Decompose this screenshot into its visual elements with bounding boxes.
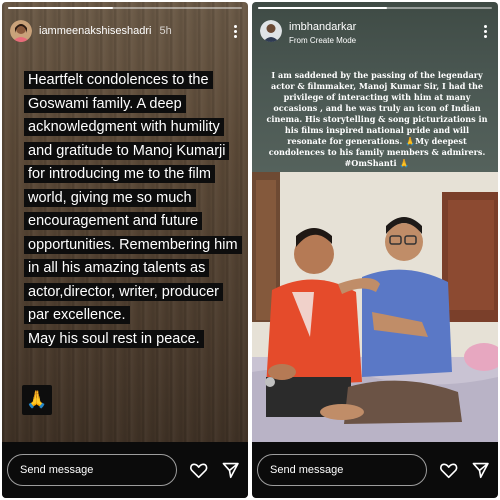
- avatar[interactable]: [10, 20, 32, 42]
- text-line: for introducing me to the film: [24, 163, 244, 187]
- avatar[interactable]: [260, 20, 282, 42]
- heart-icon[interactable]: [439, 460, 458, 480]
- text-line: in all his amazing talents as: [24, 257, 244, 281]
- text-line: opportunities. Remembering him: [24, 234, 244, 258]
- send-message-placeholder: Send message: [20, 464, 94, 476]
- story-header: imbhandarkar From Create Mode: [260, 16, 492, 46]
- story-progress-bar: [258, 7, 492, 9]
- story-text-block: Heartfelt condolences to the Goswami fam…: [24, 69, 244, 351]
- reply-bar: Send message: [252, 442, 498, 498]
- send-message-placeholder: Send message: [270, 464, 344, 476]
- emoji-sticker: 🙏: [26, 390, 48, 409]
- story-photo: [252, 172, 498, 442]
- more-vertical-icon[interactable]: [228, 23, 242, 39]
- text-line: Heartfelt condolences to the: [24, 69, 244, 93]
- folded-hands-icon: 🙏: [22, 385, 52, 415]
- story-username[interactable]: imbhandarkar: [289, 21, 356, 33]
- send-icon[interactable]: [221, 460, 240, 480]
- text-line: encouragement and future: [24, 210, 244, 234]
- story-caption: I am saddened by the passing of the lege…: [266, 70, 488, 168]
- text-line: world, giving me so much: [24, 187, 244, 211]
- reply-bar: Send message: [2, 442, 248, 498]
- text-line: and gratitude to Manoj Kumarji: [24, 140, 244, 164]
- more-vertical-icon[interactable]: [478, 23, 492, 39]
- right-story-panel[interactable]: imbhandarkar From Create Mode I am sadde…: [252, 2, 498, 498]
- send-message-input[interactable]: Send message: [257, 454, 428, 486]
- text-line: acknowledgment with humility: [24, 116, 244, 140]
- send-message-input[interactable]: Send message: [7, 454, 178, 486]
- story-progress-fill: [8, 7, 114, 9]
- story-header: iammeenakshiseshadri 5h: [10, 16, 242, 46]
- heart-icon[interactable]: [189, 460, 208, 480]
- story-progress-bar: [8, 7, 242, 9]
- text-line: Goswami family. A deep: [24, 93, 244, 117]
- left-story-panel[interactable]: iammeenakshiseshadri 5h Heartfelt condol…: [2, 2, 248, 498]
- story-subtitle: From Create Mode: [289, 36, 357, 45]
- story-progress-fill: [258, 7, 387, 9]
- story-timestamp: 5h: [159, 25, 172, 37]
- send-icon[interactable]: [471, 460, 490, 480]
- text-line: May his soul rest in peace.: [24, 328, 244, 352]
- story-user-info: imbhandarkar From Create Mode: [289, 17, 356, 45]
- story-username[interactable]: iammeenakshiseshadri: [39, 25, 152, 37]
- text-line: par excellence.: [24, 304, 244, 328]
- text-line: actor,director, writer, producer: [24, 281, 244, 305]
